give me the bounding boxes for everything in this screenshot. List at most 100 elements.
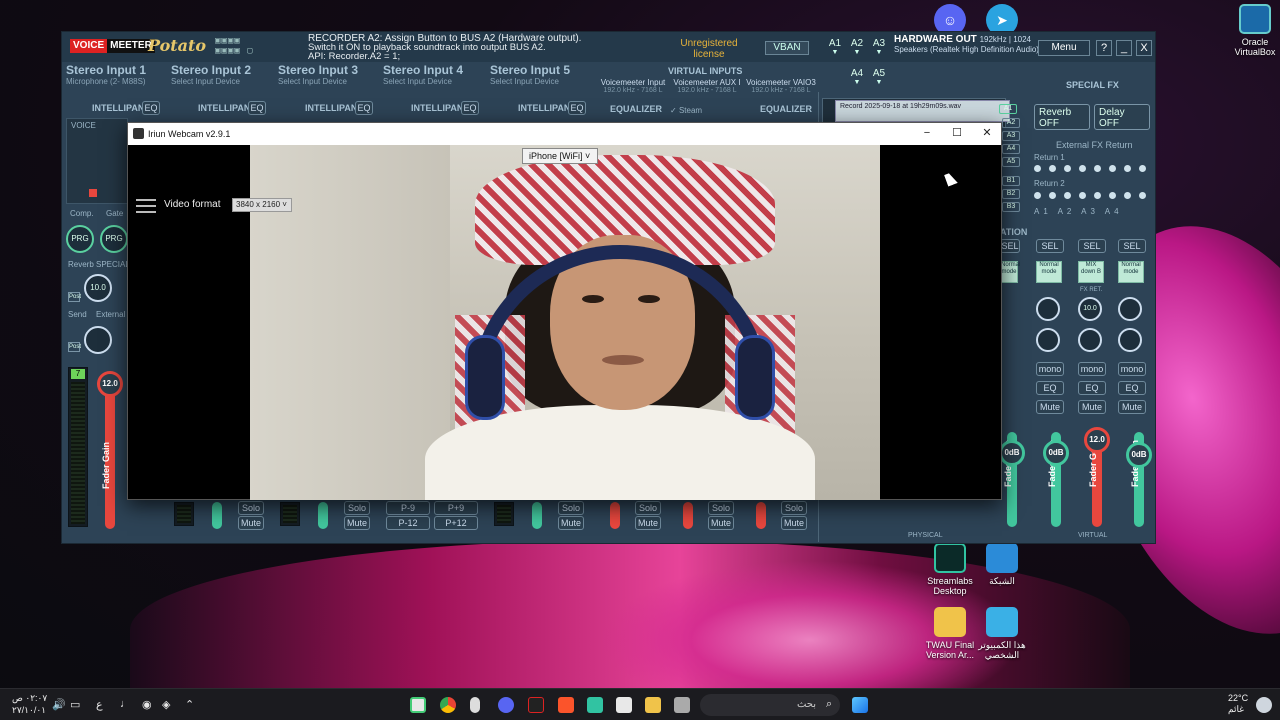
gate-knob[interactable]: PRG xyxy=(100,225,128,253)
stereo-input-4[interactable]: Stereo Input 4 Select Input Device xyxy=(383,63,463,90)
hamburger-menu-icon[interactable] xyxy=(136,199,156,213)
stereo-input-3[interactable]: Stereo Input 3 Select Input Device xyxy=(278,63,358,90)
return-dot[interactable] xyxy=(1049,192,1056,199)
stereo-input-1[interactable]: Stereo Input 1 Microphone (2- M88S) xyxy=(66,63,146,90)
mute-button[interactable]: Mute xyxy=(708,516,734,530)
mode-box[interactable]: Normal mode xyxy=(1000,261,1020,283)
stereo-input-2[interactable]: Stereo Input 2 Select Input Device xyxy=(171,63,251,90)
bus-b2-button[interactable]: B2 xyxy=(1002,189,1020,199)
post-button[interactable]: Post xyxy=(68,292,81,302)
mouse-app-icon[interactable] xyxy=(470,697,480,713)
desktop-icon-network[interactable]: الشبكة xyxy=(970,543,1034,586)
eq-button[interactable]: EQ xyxy=(1118,381,1146,395)
return-dot[interactable] xyxy=(1034,192,1041,199)
hw-out-a2-button[interactable]: A2 ▼ xyxy=(848,38,866,56)
desktop-icon-this-pc[interactable]: هذا الكمبيوتر الشخصي xyxy=(970,607,1034,660)
brave-icon[interactable] xyxy=(558,697,574,713)
hw-out-a1-button[interactable]: A1 ▼ xyxy=(826,38,844,56)
hw-out-a3-button[interactable]: A3 ▼ xyxy=(870,38,888,56)
bus-knob[interactable] xyxy=(1036,328,1060,352)
return-dots[interactable] xyxy=(1034,192,1154,200)
mode-box[interactable]: Normal mode xyxy=(1118,261,1144,283)
steam-tray-icon[interactable]: ◉ xyxy=(142,698,152,711)
bus-knob[interactable] xyxy=(1118,297,1142,321)
virtual-input-2[interactable]: Voicemeeter AUX I 192.0 kHz - 7168 L xyxy=(672,78,742,94)
fader-gain-strip-2[interactable] xyxy=(212,502,222,529)
sel-button[interactable]: SEL xyxy=(1000,239,1020,253)
mode-box-mix-down[interactable]: MIX down B xyxy=(1078,261,1104,283)
return-dot[interactable] xyxy=(1079,165,1086,172)
iriun-taskbar-icon[interactable] xyxy=(410,697,426,713)
preset-p12-button[interactable]: P-12 xyxy=(386,516,430,530)
bus-fader-knob[interactable]: 12.0 xyxy=(1084,427,1110,453)
return-dot[interactable] xyxy=(1049,165,1056,172)
reverb-toggle[interactable]: Reverb OFF xyxy=(1034,104,1090,130)
clock[interactable]: ٠٢:٠٧ ص ٢٧/١٠/٠١ xyxy=(12,692,47,716)
minimize-icon[interactable]: − xyxy=(912,123,942,145)
delay-toggle[interactable]: Delay OFF xyxy=(1094,104,1150,130)
solo-button[interactable]: Solo xyxy=(708,501,734,515)
voicemeeter-taskbar-icon[interactable] xyxy=(528,697,544,713)
pan-indicator[interactable] xyxy=(89,189,97,197)
mute-button[interactable]: Mute xyxy=(781,516,807,530)
weather-widget[interactable]: 22°C غائم xyxy=(1228,693,1248,715)
eq-button[interactable]: EQ xyxy=(248,101,266,115)
eq-button[interactable]: EQ xyxy=(355,101,373,115)
fader-gain-strip-3[interactable] xyxy=(318,502,328,529)
streamlabs-taskbar-icon[interactable] xyxy=(587,697,603,713)
bus-a4-button[interactable]: A4 xyxy=(1002,144,1020,154)
bus-a3-button[interactable]: A3 xyxy=(1002,131,1020,141)
mute-button[interactable]: Mute xyxy=(344,516,370,530)
bus-b1-button[interactable]: B1 xyxy=(1002,176,1020,186)
mono-button[interactable]: mono xyxy=(1118,362,1146,376)
return-dot[interactable] xyxy=(1124,165,1131,172)
solo-button[interactable]: Solo xyxy=(781,501,807,515)
eq-button[interactable]: EQ xyxy=(461,101,479,115)
eq-button[interactable]: EQ xyxy=(1078,381,1106,395)
vban-button[interactable]: VBAN xyxy=(765,41,809,55)
file-explorer-icon[interactable] xyxy=(645,697,661,713)
menu-button[interactable]: Menu xyxy=(1038,40,1090,56)
return-dot[interactable] xyxy=(1079,192,1086,199)
comp-knob[interactable]: PRG xyxy=(66,225,94,253)
voice-panel[interactable]: VOICE xyxy=(66,118,128,204)
windows-start-icon[interactable] xyxy=(852,697,868,713)
fader-virtual-2[interactable] xyxy=(683,502,693,529)
store-icon[interactable] xyxy=(616,697,632,713)
return-dot[interactable] xyxy=(1139,192,1146,199)
fader-virtual-3[interactable] xyxy=(756,502,766,529)
solo-button[interactable]: Solo xyxy=(558,501,584,515)
fader-knob[interactable]: 12.0 xyxy=(97,371,123,397)
mute-button[interactable]: Mute xyxy=(238,516,264,530)
bus-knob[interactable] xyxy=(1078,328,1102,352)
solo-button[interactable]: Solo xyxy=(344,501,370,515)
bus-b3-button[interactable]: B3 xyxy=(1002,202,1020,212)
steam-label[interactable]: ✓ Steam xyxy=(670,106,702,115)
video-format-select[interactable]: 3840 x 2160 ˅ xyxy=(232,198,292,212)
mode-box[interactable]: Normal mode xyxy=(1036,261,1062,283)
license-status[interactable]: Unregistered license xyxy=(674,38,744,60)
chrome-icon[interactable] xyxy=(440,697,456,713)
maximize-icon[interactable]: ☐ xyxy=(942,123,972,145)
hardware-out-info[interactable]: HARDWARE OUT 192kHz | 1024 Speakers (Rea… xyxy=(894,35,1039,55)
return-dot[interactable] xyxy=(1064,192,1071,199)
discord-icon[interactable] xyxy=(498,697,514,713)
virtual-input-1[interactable]: Voicemeeter Input 192.0 kHz - 7168 L xyxy=(598,78,668,94)
return-dot[interactable] xyxy=(1124,192,1131,199)
return-dot[interactable] xyxy=(1064,165,1071,172)
language-indicator[interactable]: ع xyxy=(96,698,103,711)
bus-fader-knob[interactable]: 0dB xyxy=(1043,440,1069,466)
sel-button[interactable]: SEL xyxy=(1036,239,1064,253)
fader-gain-strip-1[interactable]: Fader Gain xyxy=(101,384,115,529)
bus-knob[interactable]: 10.0 xyxy=(1078,297,1102,321)
search-box[interactable]: بحث xyxy=(700,694,840,716)
eq-button[interactable]: EQ xyxy=(1036,381,1064,395)
virtual-input-3[interactable]: Voicemeeter VAIO3 192.0 kHz - 7168 L xyxy=(746,78,816,94)
microphone-icon[interactable]: ♩ xyxy=(120,698,131,710)
fader-virtual-1[interactable] xyxy=(610,502,620,529)
return-dot[interactable] xyxy=(1094,165,1101,172)
chevron-up-icon[interactable]: ⌃ xyxy=(185,698,194,711)
fader-gain-strip-5[interactable] xyxy=(532,502,542,529)
shield-icon[interactable]: ◈ xyxy=(162,698,170,711)
return-dot[interactable] xyxy=(1109,192,1116,199)
